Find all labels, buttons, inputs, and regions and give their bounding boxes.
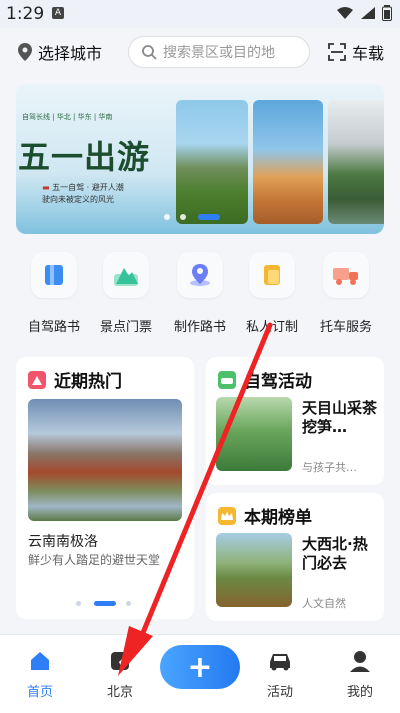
pager-dot-active xyxy=(94,601,116,606)
banner-top-label: 自驾长线 | 华北 | 华东 | 华南 xyxy=(22,113,113,121)
quick-link-tickets[interactable]: 景点门票 xyxy=(92,252,160,335)
status-icons xyxy=(336,5,392,21)
search-input[interactable]: 搜索景区或目的地 xyxy=(128,36,310,68)
crown-icon xyxy=(218,506,236,525)
bottom-nav: 首页 北京 + 活动 我的 xyxy=(0,634,400,713)
car-mode-label: 车载 xyxy=(351,44,384,63)
drive-activity-item-sub: 与孩子共… xyxy=(302,461,357,474)
drive-activity-title: 自驾活动 xyxy=(244,372,312,392)
hot-card-header: 近期热门 xyxy=(28,367,122,392)
flame-icon xyxy=(28,370,46,389)
truck-icon xyxy=(323,252,369,298)
notification-badge: A xyxy=(52,7,64,19)
tab-home-label: 首页 xyxy=(26,685,53,700)
tab-activity-label: 活动 xyxy=(266,685,293,700)
quick-links: 自驾路书 景点门票 制作路书 私人订制 托车服务 xyxy=(0,252,400,335)
ranking-header: 本期榜单 xyxy=(218,503,312,528)
banner-photo-grassland xyxy=(176,100,248,224)
navigation-icon xyxy=(111,652,129,670)
custom-card-icon xyxy=(249,252,295,298)
quick-link-label: 景点门票 xyxy=(99,320,152,335)
quick-link-make-road-book[interactable]: 制作路书 xyxy=(166,252,234,335)
ranking-item-sub: 人文自然 xyxy=(302,597,346,610)
city-label: 选择城市 xyxy=(38,44,103,63)
tab-mine[interactable]: 我的 xyxy=(328,647,392,700)
map-pin-person-icon xyxy=(177,252,223,298)
quick-link-label: 自驾路书 xyxy=(27,320,80,335)
car-mode-button[interactable]: 车载 xyxy=(328,40,384,64)
car-badge-icon xyxy=(218,370,236,389)
scan-icon xyxy=(328,43,346,61)
quick-link-car-shipping[interactable]: 托车服务 xyxy=(312,252,380,335)
banner-title: 五一出游 xyxy=(18,138,151,176)
user-icon xyxy=(350,651,370,672)
signal-icon xyxy=(361,7,375,19)
location-pin-icon xyxy=(18,43,32,61)
hot-card-photo[interactable] xyxy=(28,399,182,521)
carousel-dot-active[interactable] xyxy=(198,214,220,220)
home-icon xyxy=(31,652,49,670)
car-icon: ▬ xyxy=(42,183,53,192)
pager-dot xyxy=(76,601,81,606)
city-selector[interactable]: 选择城市 xyxy=(18,40,102,64)
hot-card-title: 近期热门 xyxy=(54,372,122,392)
banner-photo-watertown xyxy=(328,100,384,224)
banner-line1: ▬ 五一自驾 · 避开人潮 xyxy=(42,182,124,193)
ranking-item-title: 大西北·热门必去 xyxy=(302,535,368,572)
ranking-thumb xyxy=(216,533,292,607)
mountain-ticket-icon xyxy=(103,252,149,298)
drive-activity-thumb xyxy=(216,397,292,471)
tab-city-label: 北京 xyxy=(106,685,133,700)
quick-link-label: 制作路书 xyxy=(173,320,226,335)
status-time: 1:29 xyxy=(6,4,45,24)
battery-icon xyxy=(382,5,392,21)
hot-card[interactable]: 近期热门 云南南极洛 鲜少有人踏足的避世天堂 xyxy=(16,357,194,619)
top-bar: 选择城市 搜索景区或目的地 车载 xyxy=(0,34,400,70)
status-bar: 1:29 A xyxy=(0,0,400,28)
tab-home[interactable]: 首页 xyxy=(8,647,72,700)
drive-activity-header: 自驾活动 xyxy=(218,367,312,392)
book-icon xyxy=(31,252,77,298)
quick-link-road-book[interactable]: 自驾路书 xyxy=(20,252,88,335)
hot-place-name: 云南南极洛 xyxy=(28,534,98,550)
car-icon xyxy=(270,654,290,671)
add-button[interactable]: + xyxy=(160,645,240,689)
tab-mine-label: 我的 xyxy=(346,685,373,700)
drive-activity-card[interactable]: 自驾活动 天目山采茶挖笋… 与孩子共… xyxy=(206,357,384,485)
ranking-card[interactable]: 本期榜单 大西北·热门必去 人文自然 xyxy=(206,493,384,621)
search-icon xyxy=(142,45,157,60)
banner-line2: 驶向未被定义的风光 xyxy=(42,195,114,204)
carousel-dot[interactable] xyxy=(180,214,186,220)
carousel-dot[interactable] xyxy=(164,214,170,220)
quick-link-label: 私人订制 xyxy=(245,320,298,335)
banner-photo-desert xyxy=(253,100,323,224)
hot-place-desc: 鲜少有人踏足的避世天堂 xyxy=(28,553,161,567)
quick-link-label: 托车服务 xyxy=(319,320,372,335)
search-placeholder: 搜索景区或目的地 xyxy=(163,45,275,61)
quick-link-custom[interactable]: 私人订制 xyxy=(238,252,306,335)
drive-activity-item-title: 天目山采茶挖笋… xyxy=(302,399,378,436)
tab-city[interactable]: 北京 xyxy=(88,647,152,700)
ranking-title: 本期榜单 xyxy=(244,508,312,528)
promo-banner[interactable]: 自驾长线 | 华北 | 华东 | 华南 五一出游 ▬ 五一自驾 · 避开人潮 驶… xyxy=(16,84,384,234)
tab-activity[interactable]: 活动 xyxy=(248,647,312,700)
pager-dot xyxy=(126,601,131,606)
wifi-icon xyxy=(337,7,353,19)
banner-line1-text: 五一自驾 · 避开人潮 xyxy=(52,183,124,192)
